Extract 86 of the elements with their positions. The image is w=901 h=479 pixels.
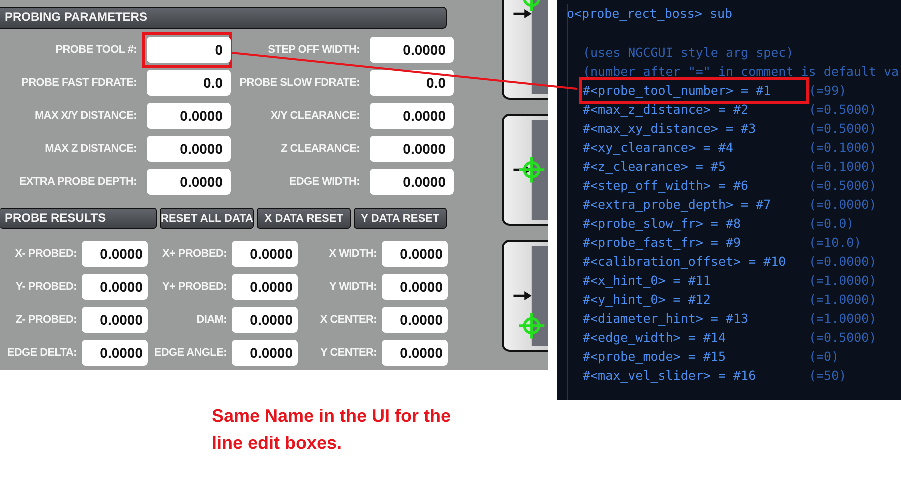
code-comment: (=1.0000) <box>809 291 877 309</box>
field-label: Y- PROBED: <box>14 281 77 293</box>
input-field[interactable]: 0.0000 <box>82 340 148 366</box>
code-line: #<probe_mode> = #15 <box>583 348 727 366</box>
input-field[interactable]: 0.0000 <box>370 103 454 129</box>
code-comment: (=0.5000) <box>809 120 877 138</box>
field-label: EDGE DELTA: <box>6 347 77 359</box>
code-line: #<extra_probe_depth> = #7 <box>583 196 772 214</box>
field-label: X CENTER: <box>319 314 377 326</box>
reset-button[interactable]: Y DATA RESET <box>354 208 448 229</box>
code-comment: (=1.0000) <box>809 310 877 328</box>
probe-button[interactable] <box>502 240 548 352</box>
input-field[interactable]: 0.0000 <box>82 307 148 333</box>
field-label: Y CENTER: <box>320 347 377 359</box>
code-comment: (=50) <box>809 367 847 385</box>
field-label: Y+ PROBED: <box>161 281 227 293</box>
input-field[interactable]: 0.0000 <box>147 103 231 129</box>
code-comment: (=0.5000) <box>809 101 877 119</box>
code-line: #<y_hint_0> = #12 <box>583 291 712 309</box>
input-field[interactable]: 0.0000 <box>232 340 298 366</box>
input-field[interactable]: 0.0000 <box>382 274 448 300</box>
code-line: #<step_off_width> = #6 <box>583 177 750 195</box>
input-field[interactable]: 0.0000 <box>82 241 148 267</box>
reset-button[interactable]: X DATA RESET <box>257 208 351 229</box>
input-field[interactable]: 0.0000 <box>370 136 454 162</box>
code-comment: (number after "=" in comment is default va <box>583 63 900 81</box>
input-field[interactable]: 0.0000 <box>232 241 298 267</box>
field-label: Z CLEARANCE: <box>280 143 360 155</box>
field-label: PROBE TOOL #: <box>54 44 137 56</box>
code-comment: (=0.1000) <box>809 158 877 176</box>
input-field[interactable]: 0.0000 <box>382 307 448 333</box>
field-label: PROBE FAST FDRATE: <box>20 77 137 89</box>
section-header: PROBE RESULTS <box>0 208 157 229</box>
code-comment: (=0) <box>809 348 840 366</box>
input-field[interactable]: 0.0000 <box>382 340 448 366</box>
reset-button[interactable]: RESET ALL DATA <box>160 208 254 229</box>
code-comment: (=0.0000) <box>809 253 877 271</box>
probe-button[interactable] <box>502 114 548 226</box>
code-line: #<xy_clearance> = #4 <box>583 139 735 157</box>
code-line: #<probe_slow_fr> = #8 <box>583 215 742 233</box>
code-line: #<probe_fast_fr> = #9 <box>583 234 742 252</box>
code-line: #<x_hint_0> = #11 <box>583 272 712 290</box>
input-field[interactable]: 0 <box>147 37 231 63</box>
code-line: o<probe_rect_boss> sub <box>567 5 734 23</box>
field-label: X/Y CLEARANCE: <box>270 110 360 122</box>
input-field[interactable]: 0.0000 <box>232 274 298 300</box>
field-label: EDGE ANGLE: <box>153 347 227 359</box>
section-header: PROBING PARAMETERS <box>0 7 447 29</box>
code-line: #<max_xy_distance> = #3 <box>583 120 758 138</box>
field-label: STEP OFF WIDTH: <box>267 44 360 56</box>
field-label: X- PROBED: <box>14 248 77 260</box>
code-line: #<max_vel_slider> = #16 <box>583 367 758 385</box>
input-field[interactable]: 0.0000 <box>382 241 448 267</box>
input-field[interactable]: 0.0000 <box>82 274 148 300</box>
field-label: EXTRA PROBE DEPTH: <box>18 176 137 188</box>
field-label: PROBE SLOW FDRATE: <box>238 77 360 89</box>
input-field[interactable]: 0.0000 <box>370 169 454 195</box>
annotation-text: Same Name in the UI for the line edit boxes. <box>212 405 452 455</box>
code-comment: (=0.5000) <box>809 329 877 347</box>
code-comment: (=0.0) <box>809 215 854 233</box>
code-line: #<diameter_hint> = #13 <box>583 310 750 328</box>
code-comment: (=0.0000) <box>809 196 877 214</box>
code-line: #<calibration_offset> = #10 <box>583 253 788 271</box>
input-field[interactable]: 0.0000 <box>147 169 231 195</box>
input-field[interactable]: 0.0 <box>147 70 231 96</box>
code-comment: (=99) <box>809 82 847 100</box>
field-label: DIAM: <box>196 314 227 326</box>
input-field[interactable]: 0.0000 <box>232 307 298 333</box>
field-label: Z- PROBED: <box>14 314 77 326</box>
field-label: X WIDTH: <box>328 248 377 260</box>
code-comment: (=0.1000) <box>809 139 877 157</box>
code-line: #<max_z_distance> = #2 <box>583 101 750 119</box>
code-comment: (=10.0) <box>809 234 862 252</box>
input-field[interactable]: 0.0 <box>370 70 454 96</box>
field-label: X+ PROBED: <box>161 248 227 260</box>
code-line: #<z_clearance> = #5 <box>583 158 727 176</box>
code-comment: (uses NGCGUI style arg spec) <box>583 44 795 62</box>
input-field[interactable]: 0.0000 <box>370 37 454 63</box>
field-label: MAX Z DISTANCE: <box>44 143 137 155</box>
code-comment: (=0.5000) <box>809 177 877 195</box>
code-line: #<edge_width> = #14 <box>583 329 727 347</box>
field-label: EDGE WIDTH: <box>288 176 360 188</box>
field-label: Y WIDTH: <box>328 281 377 293</box>
code-comment: (=1.0000) <box>809 272 877 290</box>
field-label: MAX X/Y DISTANCE: <box>34 110 137 122</box>
input-field[interactable]: 0.0000 <box>147 136 231 162</box>
